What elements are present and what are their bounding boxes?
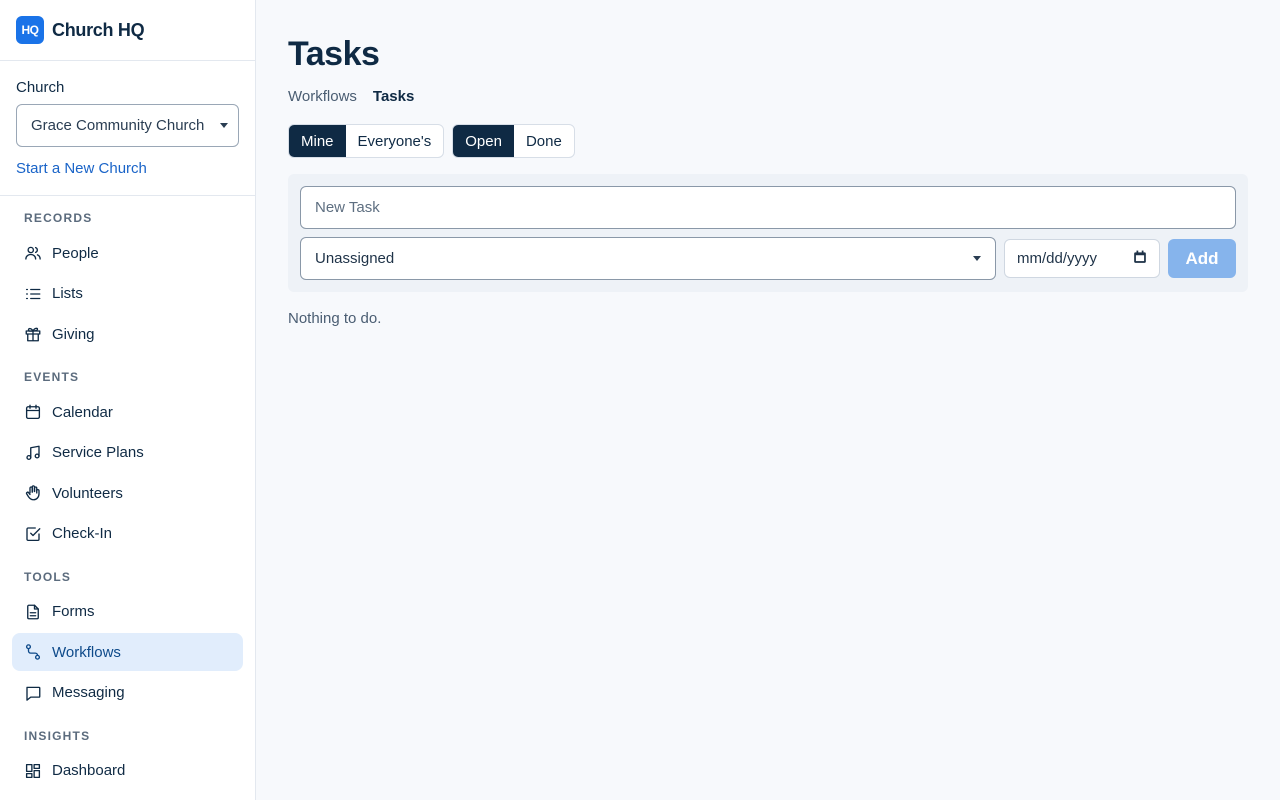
page-title: Tasks xyxy=(288,35,380,73)
document-icon xyxy=(24,603,42,621)
sidebar-item-label: Volunteers xyxy=(52,484,123,502)
sidebar-item-label: People xyxy=(52,244,99,262)
assignee-select-value: Unassigned xyxy=(315,250,395,267)
sidebar-item-people[interactable]: People xyxy=(12,234,243,272)
chevron-down-icon xyxy=(220,123,228,128)
church-select[interactable]: Grace Community Church xyxy=(16,104,239,147)
sidebar-item-messaging[interactable]: Messaging xyxy=(12,674,243,712)
section-title: RECORDS xyxy=(24,211,93,225)
sidebar-item-label: Workflows xyxy=(52,643,121,661)
nav-section-insights: INSIGHTS Dashboard xyxy=(12,728,243,790)
breadcrumb: Workflows Tasks xyxy=(288,86,1248,106)
nav-section-records: RECORDS People Lists Giving xyxy=(12,210,243,353)
new-task-options: Unassigned mm/dd/yyyy Add xyxy=(300,237,1236,280)
filter-open-button[interactable]: Open xyxy=(453,125,514,157)
sidebar-item-label: Messaging xyxy=(52,684,125,701)
sidebar-item-label: Calendar xyxy=(52,403,113,421)
empty-state-text: Nothing to do. xyxy=(288,310,382,327)
sidebar-item-service-plans[interactable]: Service Plans xyxy=(12,434,243,472)
sidebar-item-check-in[interactable]: Check-In xyxy=(12,515,243,553)
section-title: INSIGHTS xyxy=(24,728,91,743)
sidebar-item-dashboard[interactable]: Dashboard xyxy=(12,752,243,790)
new-task-input[interactable]: New Task xyxy=(300,186,1236,229)
sidebar-item-workflows[interactable]: Workflows xyxy=(12,633,243,671)
due-date-input[interactable]: mm/dd/yyyy xyxy=(1004,239,1160,278)
filter-mine-button[interactable]: Mine xyxy=(289,125,346,157)
sidebar-item-label: Service Plans xyxy=(52,444,144,461)
sidebar: HQ Church HQ Church Grace Community Chur… xyxy=(0,0,256,800)
add-task-button[interactable]: Add xyxy=(1168,239,1236,278)
brand-logo: HQ xyxy=(16,16,44,44)
workflow-icon xyxy=(24,643,42,661)
status-filter-group: Open Done xyxy=(452,124,575,158)
sidebar-item-volunteers[interactable]: Volunteers xyxy=(12,474,243,512)
breadcrumb-current: Tasks xyxy=(372,87,415,105)
church-selector-block: Church Grace Community Church Start a Ne… xyxy=(0,61,255,196)
assignee-select[interactable]: Unassigned xyxy=(300,237,996,280)
music-note-icon xyxy=(24,444,42,462)
sidebar-item-label: Giving xyxy=(52,325,95,343)
sidebar-item-label: Dashboard xyxy=(52,762,126,779)
nav-section-tools: TOOLS Forms Workflows Messaging xyxy=(12,569,243,712)
sidebar-item-forms[interactable]: Forms xyxy=(12,593,243,631)
brand[interactable]: HQ Church HQ xyxy=(0,0,255,61)
due-date-placeholder: mm/dd/yyyy xyxy=(1017,250,1098,267)
sidebar-item-label: Forms xyxy=(52,603,95,620)
main-content: Tasks Workflows Tasks Mine Everyone's Op… xyxy=(256,0,1280,800)
nav-section-events: EVENTS Calendar Service Plans Volunteers… xyxy=(12,369,243,553)
hand-icon xyxy=(24,484,42,502)
sidebar-item-calendar[interactable]: Calendar xyxy=(12,393,243,431)
sidebar-item-label: Lists xyxy=(52,285,83,302)
dashboard-icon xyxy=(24,762,42,780)
section-title: EVENTS xyxy=(24,370,80,384)
checkbox-icon xyxy=(24,525,42,543)
calendar-icon[interactable] xyxy=(1133,250,1147,268)
brand-name: Church HQ xyxy=(52,19,145,40)
new-task-panel: New Task Unassigned mm/dd/yyyy Add xyxy=(288,174,1248,292)
filter-done-button[interactable]: Done xyxy=(514,125,574,157)
sidebar-item-label: Check-In xyxy=(52,525,113,542)
sidebar-nav: RECORDS People Lists Giving EVENTS Calen… xyxy=(0,196,255,790)
church-label: Church xyxy=(16,79,65,96)
filter-toggles: Mine Everyone's Open Done xyxy=(288,124,1248,158)
sidebar-item-giving[interactable]: Giving xyxy=(12,315,243,353)
church-select-value: Grace Community Church xyxy=(31,117,205,134)
calendar-icon xyxy=(24,403,42,421)
chevron-down-icon xyxy=(973,256,981,261)
list-icon xyxy=(24,285,42,303)
breadcrumb-workflows-link[interactable]: Workflows xyxy=(288,88,357,105)
sidebar-item-lists[interactable]: Lists xyxy=(12,275,243,313)
owner-filter-group: Mine Everyone's xyxy=(288,124,445,158)
filter-everyone-button[interactable]: Everyone's xyxy=(346,125,444,157)
message-icon xyxy=(24,684,42,702)
people-icon xyxy=(24,244,42,262)
gift-icon xyxy=(24,325,42,343)
section-title: TOOLS xyxy=(24,569,72,584)
start-new-church-link[interactable]: Start a New Church xyxy=(16,160,239,177)
